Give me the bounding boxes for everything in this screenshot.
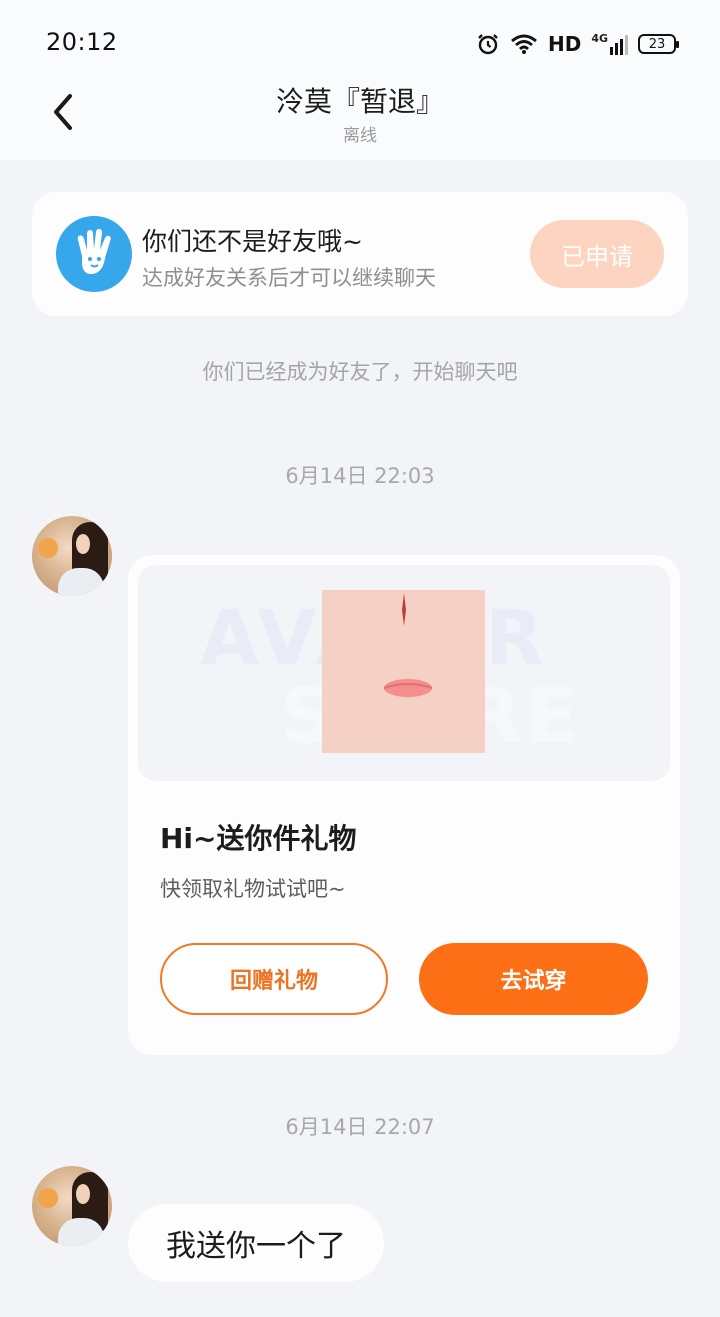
friend-banner-subtitle: 达成好友关系后才可以继续聊天 xyxy=(142,266,436,290)
signal-icon: 4G xyxy=(591,33,628,55)
wifi-icon xyxy=(511,34,537,54)
try-on-button[interactable]: 去试穿 xyxy=(419,943,648,1015)
message-timestamp: 6月14日 22:03 xyxy=(285,464,435,488)
avatar[interactable] xyxy=(32,516,112,596)
top-bar: 20:12 HD 4G 23 泠莫『暂退』 离线 xyxy=(0,0,720,160)
system-notice: 你们已经成为好友了，开始聊天吧 xyxy=(202,360,518,384)
gift-preview-image[interactable]: AVATAR STORE xyxy=(138,565,670,781)
avatar[interactable] xyxy=(32,1166,112,1246)
applied-button[interactable]: 已申请 xyxy=(530,220,664,288)
chat-title: 泠莫『暂退』 xyxy=(275,85,444,118)
status-icons: HD 4G 23 xyxy=(476,30,679,58)
gift-message-card: AVATAR STORE Hi~送你件礼物 快领取礼物试试吧~ 回赠礼物 去试穿 xyxy=(128,555,680,1055)
message-timestamp: 6月14日 22:07 xyxy=(285,1115,435,1139)
gift-title: Hi~送你件礼物 xyxy=(160,822,357,855)
text-message-bubble[interactable]: 我送你一个了 xyxy=(128,1204,384,1282)
status-time: 20:12 xyxy=(46,28,118,56)
hd-label: HD xyxy=(547,32,582,56)
friend-request-banner: 你们还不是好友哦~ 达成好友关系后才可以继续聊天 已申请 xyxy=(32,192,688,316)
battery-icon: 23 xyxy=(638,34,679,54)
hand-icon xyxy=(56,216,132,292)
friend-banner-title: 你们还不是好友哦~ xyxy=(142,227,363,256)
gift-subtitle: 快领取礼物试试吧~ xyxy=(160,877,346,901)
signal-label: 4G xyxy=(591,32,608,45)
avatar-face-preview xyxy=(322,590,485,753)
return-gift-button[interactable]: 回赠礼物 xyxy=(160,943,388,1015)
online-status: 离线 xyxy=(343,126,377,146)
alarm-icon xyxy=(478,34,498,55)
status-bar: 20:12 HD 4G 23 xyxy=(0,0,720,88)
